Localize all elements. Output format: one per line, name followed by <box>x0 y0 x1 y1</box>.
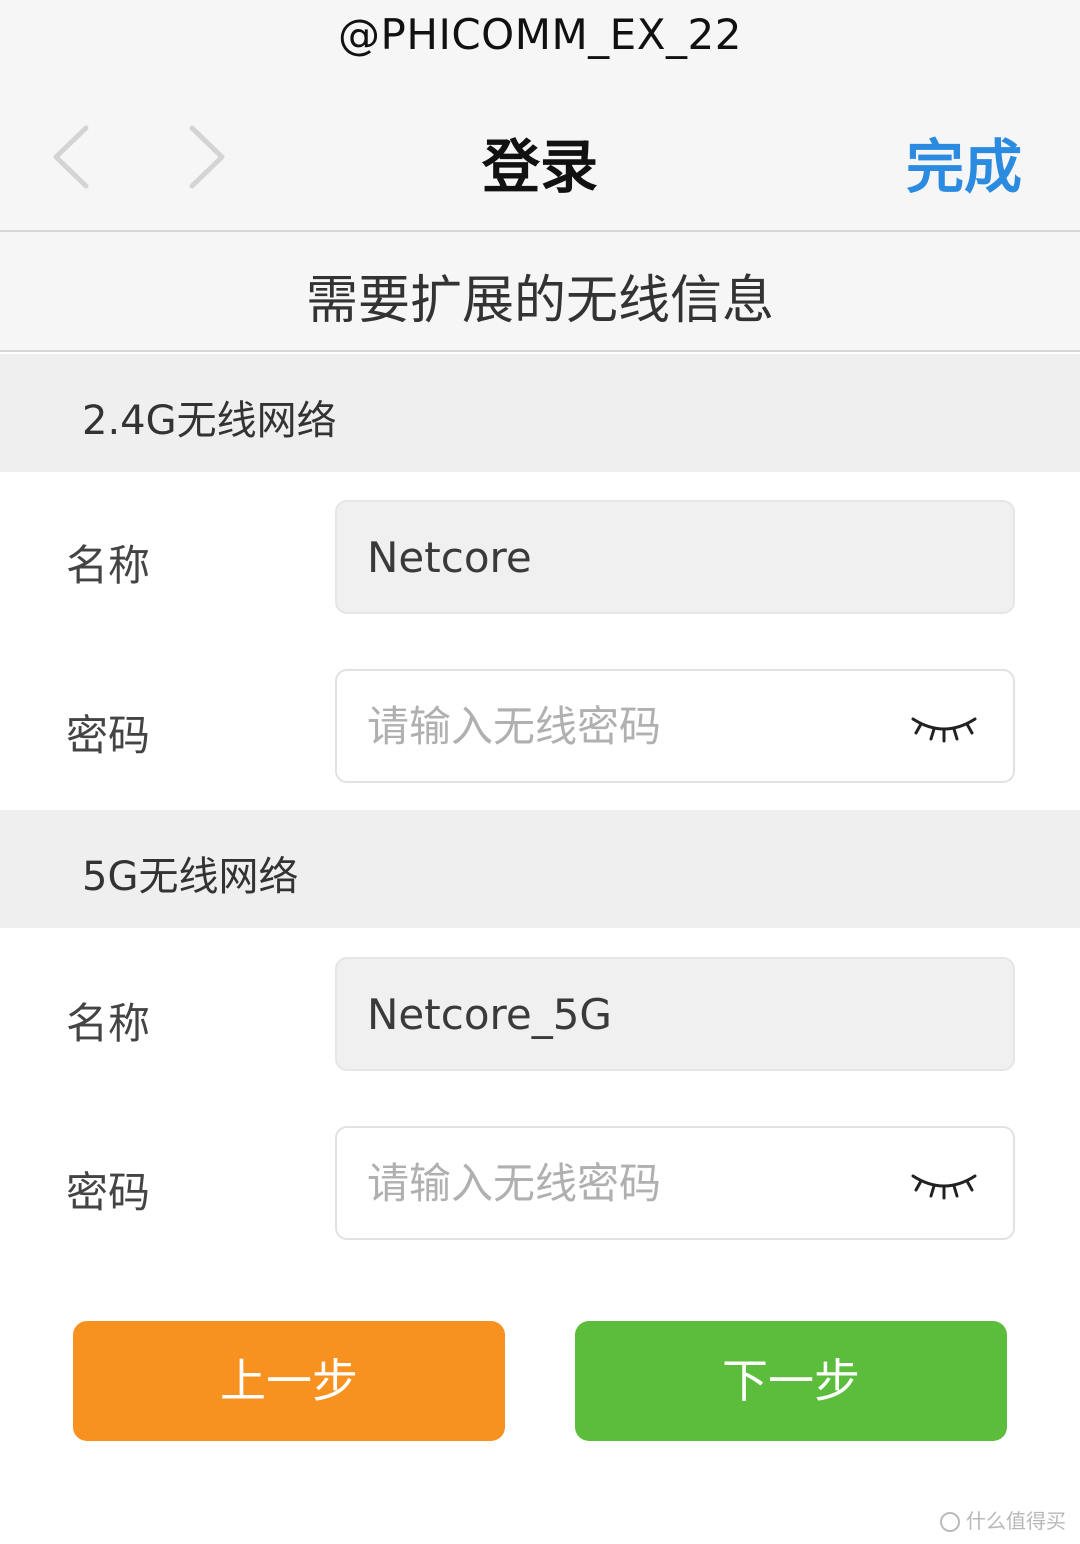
password-field-2g[interactable] <box>335 669 1015 783</box>
group-header-label: 5G无线网络 <box>82 854 299 900</box>
group-header-label: 2.4G无线网络 <box>82 398 337 444</box>
name-label-5g: 名称 <box>66 999 151 1048</box>
group-header-5g: 5G无线网络 <box>0 810 1080 928</box>
name-label-2g: 名称 <box>66 541 151 590</box>
section-title: 需要扩展的无线信息 <box>305 271 774 331</box>
password-label-5g: 密码 <box>66 1168 151 1217</box>
done-button[interactable]: 完成 <box>906 120 1022 204</box>
watermark-logo-icon <box>940 1512 960 1532</box>
name-field-2g[interactable] <box>335 500 1015 614</box>
watermark-text: 什么值得买 <box>966 1509 1066 1533</box>
password-input-5g[interactable] <box>337 1128 877 1238</box>
name-input-5g[interactable] <box>337 959 877 1069</box>
watermark: 什么值得买 <box>940 1505 1066 1534</box>
page-host: @PHICOMM_EX_22 <box>338 10 742 59</box>
group-header-2g: 2.4G无线网络 <box>0 354 1080 472</box>
next-step-button[interactable]: 下一步 <box>575 1321 1007 1441</box>
eye-closed-icon <box>911 1174 977 1200</box>
section-title-bar: 需要扩展的无线信息 <box>0 232 1080 352</box>
eye-closed-icon <box>911 717 977 743</box>
password-label-2g: 密码 <box>66 711 151 760</box>
password-visibility-toggle-2g[interactable] <box>909 705 979 749</box>
password-field-5g[interactable] <box>335 1126 1015 1240</box>
password-input-2g[interactable] <box>337 671 877 781</box>
previous-step-button[interactable]: 上一步 <box>73 1321 505 1441</box>
name-field-5g[interactable] <box>335 957 1015 1071</box>
name-input-2g[interactable] <box>337 502 877 612</box>
password-visibility-toggle-5g[interactable] <box>909 1162 979 1206</box>
browser-header: @PHICOMM_EX_22 登录 完成 <box>0 0 1080 232</box>
